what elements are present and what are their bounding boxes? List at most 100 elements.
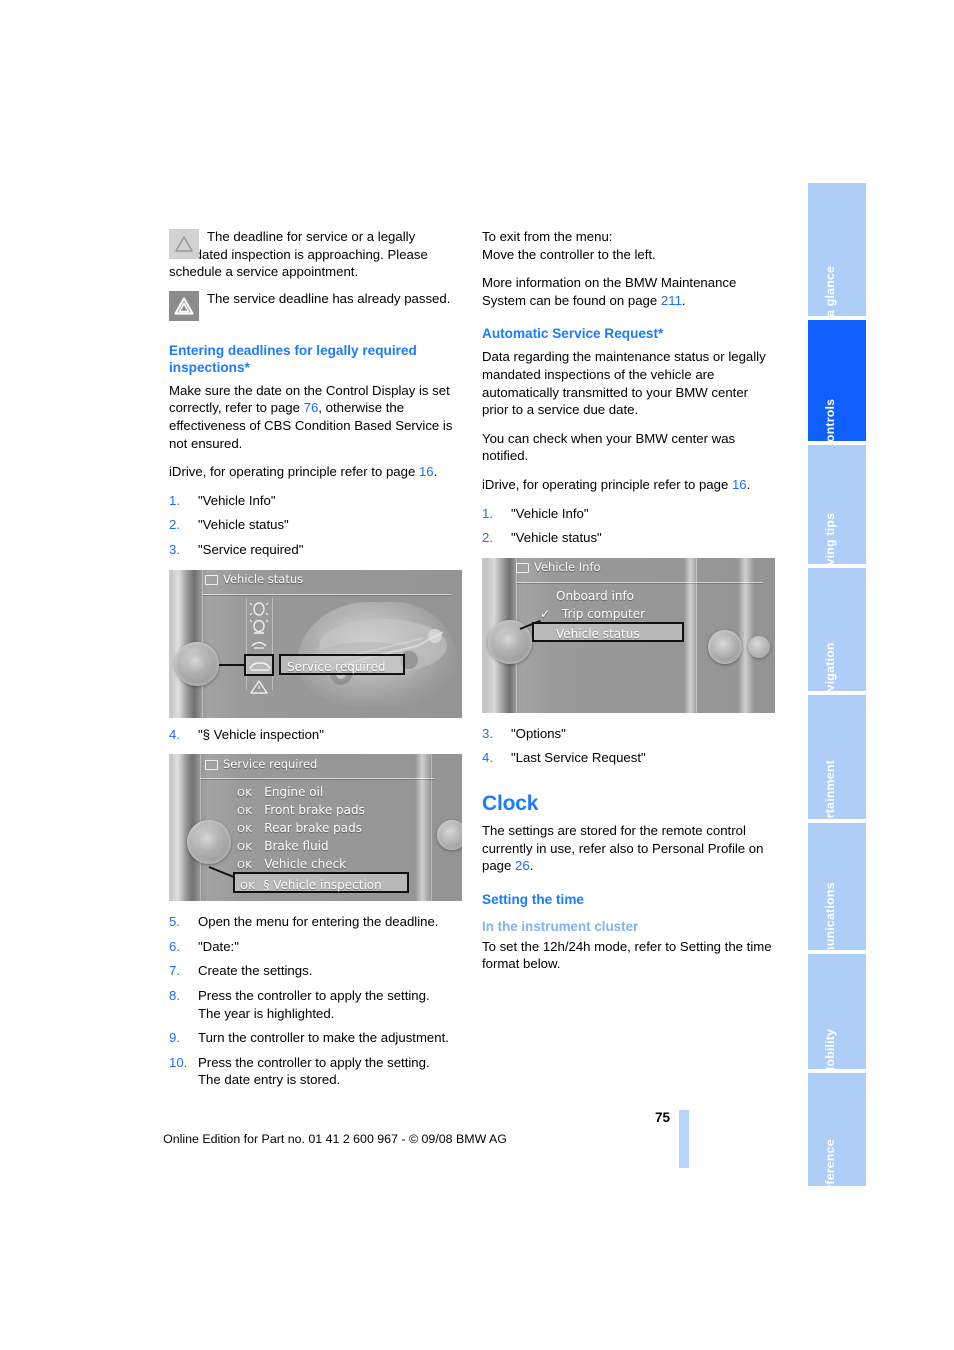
list-item: 9. Turn the controller to make the adjust… [169,1029,461,1047]
list-item[interactable]: OK Rear brake pads [237,820,362,839]
list-item: 2. "Vehicle status" [169,516,461,534]
note-deadline-passed-text: The service deadline has already passed. [207,290,451,306]
selected-menu-item-label: Service required [287,659,386,674]
step-text: Press the controller to apply the settin… [198,1054,430,1070]
titlebar-rule [200,778,434,780]
page-ref-76[interactable]: 76 [304,400,319,415]
page-number: 75 [654,1110,670,1125]
step-text: Turn the controller to make the adjustme… [198,1030,449,1046]
list-item-label: Front brake pads [264,803,365,818]
list-item[interactable]: OK Engine oil [237,784,323,803]
steps-list-asr-3-4: 3. "Options" 4. "Last Service Request" [482,725,774,767]
idrive-controller-graphic-far-right [748,635,770,658]
ok-badge: OK [237,860,253,872]
steps-list-5-10: 5. Open the menu for entering the deadlin… [169,913,461,1089]
list-item[interactable]: OK Front brake pads [237,802,365,821]
step-number: 4. [169,726,180,742]
step-text: "Date:" [198,938,239,954]
sidebar-item-driving-tips[interactable]: Driving tips [808,445,866,583]
steps-list-4: 4. "§ Vehicle inspection" [169,726,461,744]
ok-badge: OK [237,788,253,800]
note-deadline-approaching: The deadline for service or a legally ma… [169,228,461,281]
sidebar-item-at-a-glance[interactable]: At a glance [808,183,866,334]
selected-menu-item-service-required[interactable]: Service required [279,653,405,675]
page-ref-211[interactable]: 211 [661,293,682,308]
list-item-label: Vehicle check [264,857,347,872]
selected-list-item-vehicle-status[interactable]: Vehicle status [532,621,684,642]
step-subtext: The year is highlighted. [198,1005,335,1021]
display-screen-icon [205,575,218,586]
exit-line-1: To exit from the menu: [482,229,613,244]
list-item: 3. "Service required" [169,541,461,559]
sidebar-item-label: Mobility [823,1028,837,1078]
step-number: 2. [482,530,493,546]
list-item: 5. Open the menu for entering the deadlin… [169,913,461,931]
idrive-controller-graphic-right [708,629,742,664]
paragraph-idrive-principle-right: iDrive, for operating principle refer to… [482,476,774,494]
step-number: 9. [169,1030,180,1046]
list-item-label: Brake fluid [264,839,329,854]
more-info-before: More information on the BMW Maintenance … [482,275,737,308]
list-item: 4. "§ Vehicle inspection" [169,726,461,744]
step-number: 10. [169,1054,188,1070]
screenshot-vehicle-info: Vehicle Info Onboard info ✓ Trip compute… [482,557,775,713]
page-title-clock: Clock [482,791,539,815]
step-number: 8. [169,987,180,1003]
step-number: 6. [169,938,180,954]
screenshot-title: Service required [223,756,318,771]
display-screen-icon [516,563,529,574]
list-item-trip-computer[interactable]: ✓ Trip computer [540,606,645,624]
leader-line [219,663,244,666]
selected-list-item-vehicle-inspection[interactable]: OK § Vehicle inspection [233,872,409,896]
selected-item-label: OK § Vehicle inspection [240,877,382,896]
note-deadline-approaching-text: The deadline for service or a legally ma… [169,229,428,280]
step-number: 4. [482,750,493,766]
page-ref-16-left[interactable]: 16 [419,464,434,479]
sidebar-item-communications[interactable]: Communications [808,823,866,986]
selected-icon-box[interactable] [244,653,274,676]
paragraph-cluster-time-format: To set the 12h/24h mode, refer to Settin… [482,938,772,972]
step-text: Open the menu for entering the deadline. [198,914,439,930]
sidebar-item-entertainment[interactable]: Entertainment [808,695,866,846]
warning-triangle-dark-icon [169,290,199,321]
steps-list-asr-1-2: 1. "Vehicle Info" 2. "Vehicle status" [482,505,774,547]
step-number: 3. [169,541,180,557]
manual-page: The deadline for service or a legally ma… [0,0,954,1350]
sidebar-item-label: Controls [823,398,837,452]
display-screen-icon [205,759,218,770]
screenshot-titlebar: Service required [169,754,462,775]
screenshot-vehicle-status: Vehicle status Service required [169,569,462,718]
list-item[interactable]: OK Brake fluid [237,838,329,857]
sidebar-item-controls[interactable]: Controls [808,320,866,451]
list-item-onboard-info[interactable]: Onboard info [556,588,634,606]
decor-streak [171,754,185,902]
list-item-label: Engine oil [264,785,324,800]
page-ref-16-right[interactable]: 16 [732,477,747,492]
titlebar-rule [516,581,763,583]
step-text: "Vehicle status" [511,530,602,546]
screenshot-title: Vehicle Info [534,560,601,575]
exit-line-2: Move the controller to the left. [482,246,656,262]
step-text: "§ Vehicle inspection" [198,726,324,742]
check-icon: ✓ [540,606,551,621]
list-item: 6. "Date:" [169,938,461,956]
note-deadline-passed: The service deadline has already passed. [169,290,461,324]
titlebar-rule [202,593,452,595]
sidebar-item-reference[interactable]: Reference [808,1073,866,1201]
sidebar-item-navigation[interactable]: Navigation [808,568,866,708]
footer-accent-bar [679,1110,689,1168]
sidebar-item-mobility[interactable]: Mobility [808,954,866,1077]
idrive-text-after-left: . [433,464,438,480]
step-number: 7. [169,963,180,979]
heading-automatic-service-request: Automatic Service Request* [482,326,664,342]
step-number: 1. [482,505,493,521]
screenshot-service-required: Service required OK Engine oil OK Front … [169,754,462,902]
list-item: 3. "Options" [482,725,774,743]
paragraph-idrive-principle-left: iDrive, for operating principle refer to… [169,463,461,481]
page-ref-26[interactable]: 26 [515,858,530,873]
step-number: 5. [169,914,180,930]
clock-text-after: . [529,858,534,874]
step-number: 1. [169,492,180,508]
step-text: "Service required" [198,541,304,557]
paragraph-asr-1: Data regarding the maintenance status or… [482,349,766,418]
